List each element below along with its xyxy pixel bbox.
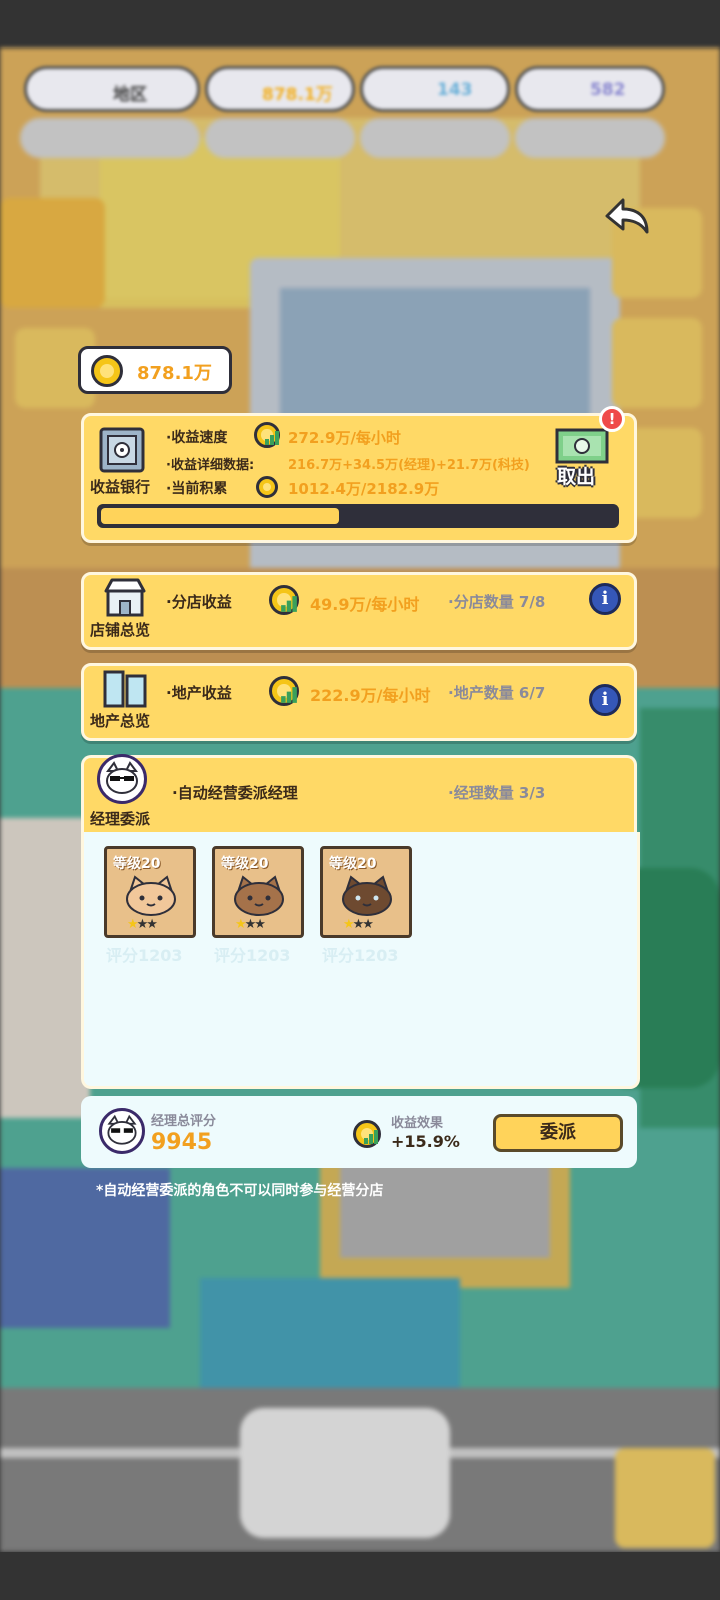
effect-value: +15.9% — [391, 1132, 460, 1151]
manager-level: 等级20 — [113, 856, 161, 872]
status-bar — [0, 0, 720, 48]
shop-growth-icon — [281, 596, 297, 612]
cat-face-icon — [126, 875, 176, 916]
star-rating: ★★★ — [343, 917, 374, 932]
bank-detail-value: 216.7万+34.5万(经理)+21.7万(科技) — [288, 458, 530, 473]
star-rating: ★★★ — [127, 917, 158, 932]
total-score-value: 9945 — [151, 1130, 213, 1155]
coin-display: 878.1万 — [78, 346, 232, 394]
gem-value: 143 — [437, 80, 473, 100]
effect-growth-icon — [364, 1130, 378, 1144]
manager-avatar-icon — [97, 754, 147, 804]
bank-speed-value: 272.9万/每小时 — [288, 429, 401, 447]
bank-accum-label: ·当前积累 — [166, 481, 228, 497]
manager-slot[interactable]: 等级20 ★★★ — [320, 846, 412, 938]
shop-count: ·分店数量 7/8 — [448, 593, 546, 611]
estate-title: 地产总览 — [90, 712, 151, 730]
manager-count: ·经理数量 3/3 — [448, 784, 546, 802]
bank-panel: 收益银行 ·收益速度 272.9万/每小时 ·收益详细数据: 216.7万+34… — [81, 413, 637, 543]
manager-panel: 经理委派 ·自动经营委派经理 ·经理数量 3/3 等级20 ★★★ 评分1203… — [81, 754, 640, 1089]
estate-growth-icon — [281, 687, 297, 703]
token-value: 582 — [590, 80, 626, 100]
bank-progress-fill — [101, 508, 340, 524]
manager-slot[interactable]: 等级20 ★★★ — [104, 846, 196, 938]
shop-icon — [104, 578, 146, 617]
total-score-label: 经理总评分 — [151, 1114, 217, 1129]
shop-title: 店铺总览 — [90, 621, 151, 639]
manager-summary-bar: 经理总评分 9945 收益效果 +15.9% 委派 — [81, 1096, 637, 1168]
manager-level: 等级20 — [329, 856, 377, 872]
shop-income-value: 49.9万/每小时 — [310, 595, 420, 614]
gold-counter[interactable]: 878.1万 — [205, 66, 355, 112]
token-counter[interactable]: 582 — [515, 66, 665, 112]
shop-overview-panel: 店铺总览 ·分店收益 49.9万/每小时 ·分店数量 7/8 i — [81, 572, 637, 650]
estate-overview-panel: 地产总览 ·地产收益 222.9万/每小时 ·地产数量 6/7 i — [81, 663, 637, 741]
estate-info-button[interactable]: i — [589, 684, 621, 716]
manager-note: *自动经营委派的角色不可以同时参与经营分店 — [96, 1183, 384, 1199]
estate-income-value: 222.9万/每小时 — [310, 686, 431, 705]
bank-speed-label: ·收益速度 — [166, 430, 228, 446]
building-icon — [103, 670, 147, 708]
safe-icon — [99, 427, 145, 473]
bank-progress-bar — [97, 504, 619, 528]
star-rating: ★★★ — [235, 917, 266, 932]
cat-face-icon — [234, 875, 284, 916]
manager-slot[interactable]: 等级20 ★★★ — [212, 846, 304, 938]
manager-slot-area: 等级20 ★★★ 评分1203 等级20 ★★★ 评分1203 等级20 ★★★… — [81, 832, 640, 1089]
estate-income-label: ·地产收益 — [166, 684, 232, 702]
withdraw-button[interactable]: 取出 — [553, 422, 613, 488]
bank-detail-label: ·收益详细数据: — [166, 458, 255, 473]
effect-label: 收益效果 — [391, 1116, 444, 1131]
gold-value: 878.1万 — [262, 85, 333, 105]
bank-accum-value: 1012.4万/2182.9万 — [288, 480, 440, 498]
manager-score: 评分1203 — [106, 946, 183, 965]
manager-score: 评分1203 — [214, 946, 291, 965]
assign-button[interactable]: 委派 — [493, 1114, 623, 1152]
hud-bar: 地区 878.1万 143 582 — [0, 60, 720, 120]
cash-icon — [555, 428, 609, 464]
manager-desc: ·自动经营委派经理 — [172, 784, 298, 802]
district-label: 地区 — [113, 85, 147, 105]
shop-info-button[interactable]: i — [589, 583, 621, 615]
assign-button-label: 委派 — [540, 1122, 576, 1143]
cat-face-icon — [342, 875, 392, 916]
coin-value: 878.1万 — [137, 363, 212, 384]
coin-icon — [91, 355, 123, 387]
growth-bars-icon — [265, 431, 279, 445]
navigation-bar — [0, 1552, 720, 1600]
district-button[interactable]: 地区 — [24, 66, 200, 112]
summary-avatar-icon — [99, 1108, 145, 1154]
manager-title: 经理委派 — [90, 810, 151, 828]
gem-counter[interactable]: 143 — [360, 66, 510, 112]
alert-badge: ! — [599, 406, 625, 432]
estate-count: ·地产数量 6/7 — [448, 684, 546, 702]
manager-score: 评分1203 — [322, 946, 399, 965]
withdraw-label: 取出 — [557, 466, 596, 488]
accum-coin-icon — [256, 476, 278, 498]
back-arrow-icon[interactable] — [603, 196, 651, 238]
bank-title: 收益银行 — [90, 478, 151, 496]
shop-income-label: ·分店收益 — [166, 593, 232, 611]
manager-level: 等级20 — [221, 856, 269, 872]
